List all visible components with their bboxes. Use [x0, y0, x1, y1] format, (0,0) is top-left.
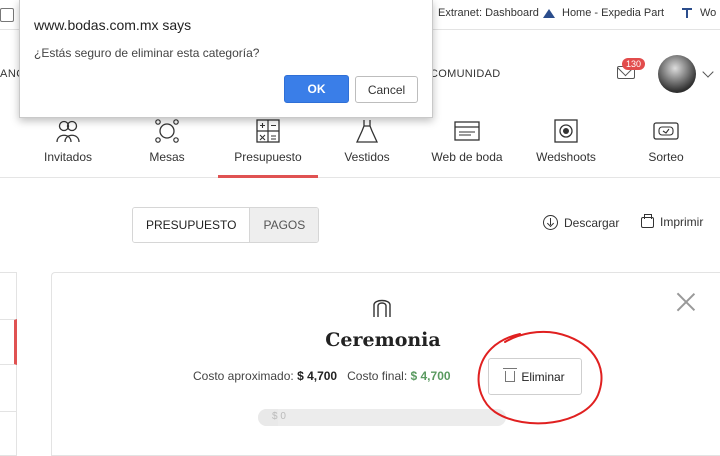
download-icon [543, 215, 558, 230]
website-icon [454, 121, 480, 141]
tool-label: Sorteo [648, 150, 684, 164]
messages-button[interactable]: 130 [616, 58, 646, 82]
delete-label: Eliminar [521, 369, 565, 384]
approx-cost-label: Costo aproximado: [193, 369, 294, 383]
bookmark-icon [682, 8, 692, 18]
progress-text: $ 0 [272, 411, 286, 422]
print-button[interactable]: Imprimir [641, 213, 704, 229]
bookmark-folder-icon[interactable] [0, 8, 14, 22]
cost-summary: Costo aproximado: $ 4,700 Costo final: $… [193, 369, 451, 383]
expedia-icon [543, 9, 555, 18]
bookmark-expedia[interactable]: Home - Expedia Part [542, 7, 664, 19]
bookmark-label: Wo [700, 7, 717, 19]
tool-label: Mesas [149, 150, 185, 164]
tables-icon [155, 119, 179, 143]
tab-web-de-boda[interactable]: Web de boda [417, 112, 517, 178]
ok-button[interactable]: OK [284, 75, 349, 103]
tab-mesas[interactable]: Mesas [117, 112, 217, 178]
printer-icon [641, 213, 654, 228]
tool-label: Presupuesto [234, 150, 302, 164]
final-cost-label: Costo final: [347, 369, 408, 383]
tool-label: Wedshoots [536, 150, 596, 164]
close-icon[interactable] [676, 292, 696, 312]
confirm-dialog: www.bodas.com.mx says ¿Estás seguro de e… [19, 0, 433, 118]
camera-icon [554, 119, 578, 143]
approx-cost-value: $ 4,700 [297, 369, 338, 383]
guests-icon [56, 120, 80, 143]
tab-vestidos[interactable]: Vestidos [317, 112, 417, 178]
bookmark-label: Extranet: Dashboard [438, 7, 539, 19]
tab-invitados[interactable]: Invitados [18, 112, 118, 178]
payment-progress-bar: $ 0 [258, 409, 506, 426]
bookmark-wo[interactable]: Wo [680, 7, 716, 19]
final-cost-value: $ 4,700 [410, 369, 451, 383]
notification-badge: 130 [622, 58, 646, 70]
tool-label: Vestidos [344, 150, 390, 164]
avatar[interactable] [658, 55, 696, 93]
cancel-button[interactable]: Cancel [355, 76, 418, 103]
bookmark-label: Home - Expedia Part [562, 7, 665, 19]
ticket-icon [653, 122, 679, 140]
subtab-pagos[interactable]: PAGOS [249, 208, 319, 242]
sidebar-divider [0, 411, 17, 412]
trash-icon [503, 368, 518, 382]
tab-wedshoots[interactable]: Wedshoots [516, 112, 616, 178]
tab-sorteo[interactable]: Sorteo [616, 112, 716, 178]
tab-presupuesto[interactable]: Presupuesto [218, 112, 318, 178]
subtab-presupuesto[interactable]: PRESUPUESTO [133, 208, 250, 242]
download-label: Descargar [564, 215, 620, 230]
sidebar-item-selected[interactable] [0, 319, 17, 365]
tools-nav: Invitados Mesas Presupuesto Vestidos Web… [0, 112, 720, 178]
browser-viewport: Extranet: Dashboard Home - Expedia Part … [0, 0, 720, 456]
category-sidebar [0, 272, 17, 456]
dress-icon [355, 120, 379, 143]
category-title: Ceremonia [325, 329, 441, 351]
calculator-icon [256, 119, 280, 143]
download-button[interactable]: Descargar [543, 215, 619, 230]
print-label: Imprimir [660, 215, 704, 229]
bookmark-extranet[interactable]: Extranet: Dashboard [418, 7, 539, 19]
delete-category-button[interactable]: Eliminar [488, 358, 582, 395]
dialog-message: ¿Estás seguro de eliminar esta categoría… [34, 46, 260, 60]
nav-item-comunidad[interactable]: COMUNIDAD [430, 68, 501, 80]
dialog-title: www.bodas.com.mx says [34, 17, 192, 33]
tool-label: Invitados [43, 150, 93, 164]
arch-icon [373, 299, 391, 317]
budget-subtabs: PRESUPUESTO PAGOS [132, 207, 320, 243]
tool-label: Web de boda [431, 150, 503, 164]
